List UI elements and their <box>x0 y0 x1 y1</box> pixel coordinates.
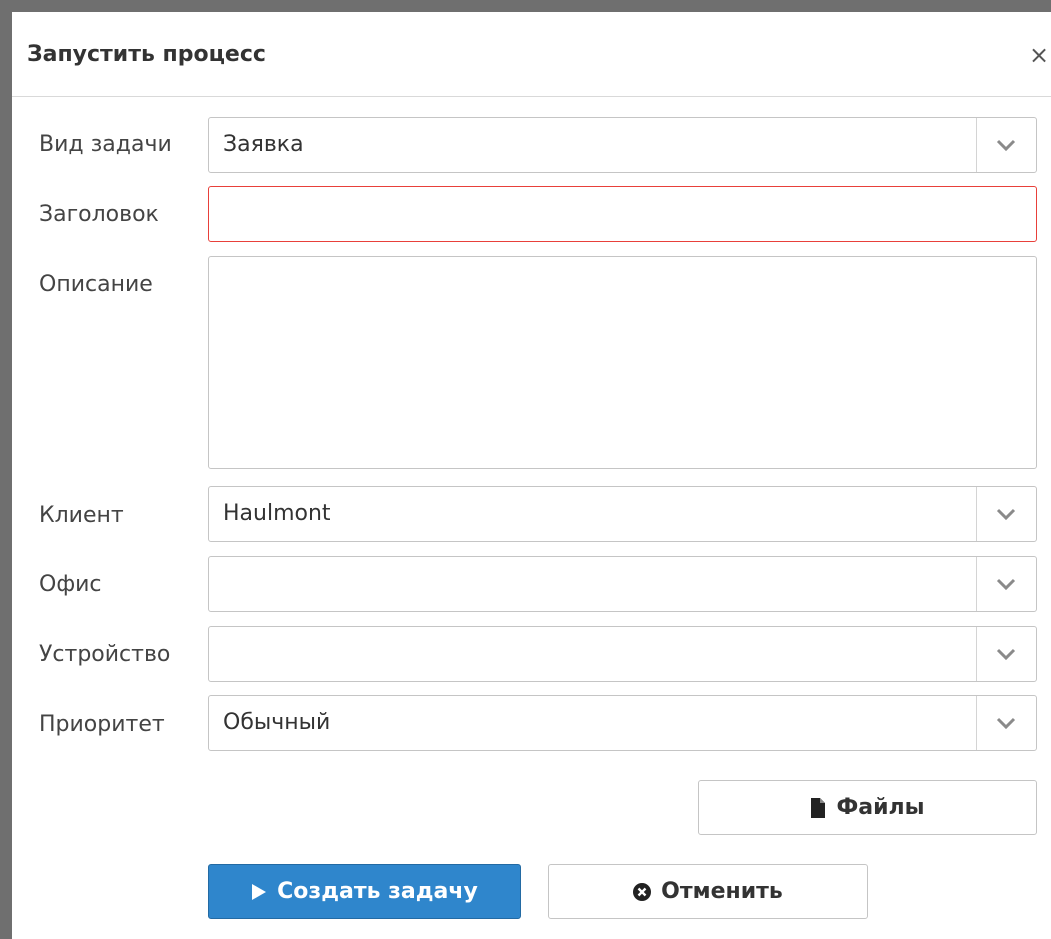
priority-label: Приоритет <box>39 712 165 737</box>
office-dropdown-button[interactable] <box>976 557 1036 611</box>
chevron-down-icon <box>996 717 1016 730</box>
priority-dropdown-button[interactable] <box>976 696 1036 750</box>
device-select[interactable] <box>208 626 1037 682</box>
chevron-down-icon <box>996 139 1016 152</box>
create-task-button-label: Создать задачу <box>277 879 478 904</box>
chevron-down-icon <box>996 648 1016 661</box>
files-button[interactable]: Файлы <box>698 780 1037 835</box>
client-value: Haulmont <box>223 501 331 526</box>
office-label: Офис <box>39 572 102 597</box>
close-icon[interactable]: × <box>1027 40 1051 70</box>
task-type-dropdown-button[interactable] <box>976 118 1036 172</box>
cancel-button-label: Отменить <box>661 879 783 904</box>
title-input[interactable] <box>208 186 1037 242</box>
files-button-label: Файлы <box>836 795 925 820</box>
priority-select[interactable]: Обычный <box>208 695 1037 751</box>
device-dropdown-button[interactable] <box>976 627 1036 681</box>
description-label: Описание <box>39 272 153 297</box>
window-frame-top <box>0 0 1051 12</box>
play-icon <box>251 883 267 901</box>
office-select[interactable] <box>208 556 1037 612</box>
page: Запустить процесс × Вид задачи Заявка За… <box>0 0 1051 939</box>
chevron-down-icon <box>996 578 1016 591</box>
client-label: Клиент <box>39 503 124 528</box>
device-label: Устройство <box>39 642 171 667</box>
dialog-title: Запустить процесс <box>27 42 266 67</box>
title-label: Заголовок <box>39 202 159 227</box>
client-dropdown-button[interactable] <box>976 487 1036 541</box>
file-icon <box>810 797 826 818</box>
priority-value: Обычный <box>223 710 331 735</box>
task-type-select[interactable]: Заявка <box>208 117 1037 173</box>
task-type-value: Заявка <box>223 132 304 157</box>
chevron-down-icon <box>996 508 1016 521</box>
cancel-button[interactable]: Отменить <box>548 864 868 919</box>
client-select[interactable]: Haulmont <box>208 486 1037 542</box>
times-circle-icon <box>633 882 652 901</box>
start-process-dialog: Запустить процесс × Вид задачи Заявка За… <box>12 12 1051 939</box>
create-task-button[interactable]: Создать задачу <box>208 864 521 919</box>
task-type-label: Вид задачи <box>39 132 172 157</box>
description-textarea[interactable] <box>208 256 1037 469</box>
window-frame-left <box>0 0 12 939</box>
dialog-header: Запустить процесс × <box>12 12 1051 97</box>
